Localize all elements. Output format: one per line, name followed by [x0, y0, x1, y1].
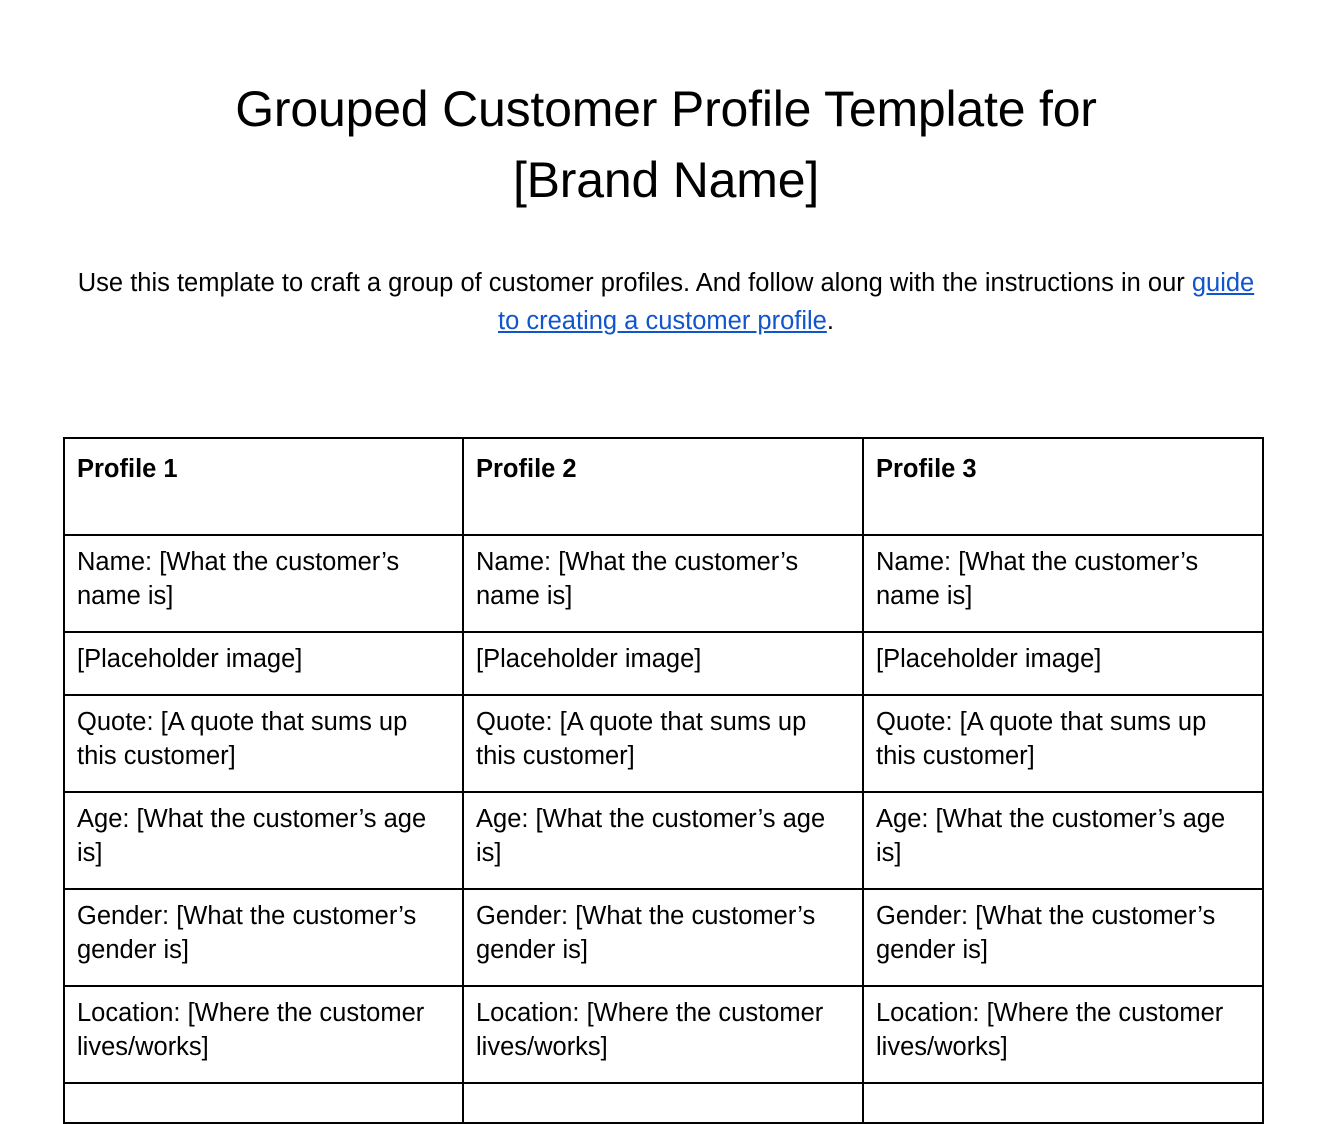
table-cell[interactable]: Location: [Where the customer lives/work…	[63, 985, 464, 1084]
table-row	[63, 1082, 1264, 1124]
table-cell[interactable]: Gender: [What the customer’s gender is]	[462, 888, 864, 987]
table-cell[interactable]: [Placeholder image]	[63, 631, 464, 696]
table-cell[interactable]: Name: [What the customer’s name is]	[862, 534, 1264, 633]
table-row: Quote: [A quote that sums up this custom…	[63, 694, 1264, 793]
profile-table-container: Profile 1 Profile 2 Profile 3 Name: [Wha…	[63, 437, 1264, 1124]
table-cell[interactable]: [Placeholder image]	[462, 631, 864, 696]
page-title-line-1: Grouped Customer Profile Template for	[235, 81, 1097, 137]
intro-text-before: Use this template to craft a group of cu…	[77, 269, 1192, 297]
table-cell[interactable]: Location: [Where the customer lives/work…	[462, 985, 864, 1084]
table-cell[interactable]: Age: [What the customer’s age is]	[462, 791, 864, 890]
table-row: Age: [What the customer’s age is] Age: [W…	[63, 791, 1264, 890]
table-row: [Placeholder image] [Placeholder image] [P…	[63, 631, 1264, 696]
page-title: Grouped Customer Profile Template for [B…	[0, 0, 1332, 216]
intro-paragraph: Use this template to craft a group of cu…	[66, 216, 1266, 341]
table-header-row: Profile 1 Profile 2 Profile 3	[63, 437, 1264, 536]
column-header-profile-1: Profile 1	[63, 437, 464, 536]
table-cell[interactable]: [Placeholder image]	[862, 631, 1264, 696]
column-header-profile-3: Profile 3	[862, 437, 1264, 536]
profile-table: Profile 1 Profile 2 Profile 3 Name: [Wha…	[63, 437, 1264, 1124]
table-cell[interactable]: Age: [What the customer’s age is]	[63, 791, 464, 890]
page-title-line-2: [Brand Name]	[512, 152, 820, 208]
table-row: Gender: [What the customer’s gender is] G…	[63, 888, 1264, 987]
table-cell[interactable]: Quote: [A quote that sums up this custom…	[862, 694, 1264, 793]
table-cell[interactable]: Gender: [What the customer’s gender is]	[862, 888, 1264, 987]
table-body: Name: [What the customer’s name is] Name:…	[63, 534, 1264, 1124]
table-cell[interactable]: Quote: [A quote that sums up this custom…	[462, 694, 864, 793]
column-header-profile-2: Profile 2	[462, 437, 864, 536]
table-cell[interactable]: Location: [Where the customer lives/work…	[862, 985, 1264, 1084]
document-page: Grouped Customer Profile Template for [B…	[0, 0, 1332, 1124]
table-row: Location: [Where the customer lives/work…	[63, 985, 1264, 1084]
table-cell[interactable]: Name: [What the customer’s name is]	[462, 534, 864, 633]
table-row: Name: [What the customer’s name is] Name:…	[63, 534, 1264, 633]
intro-text-after: .	[826, 307, 834, 336]
table-cell[interactable]: Name: [What the customer’s name is]	[63, 534, 464, 633]
table-cell[interactable]	[862, 1082, 1264, 1124]
table-cell[interactable]	[462, 1082, 864, 1124]
table-cell[interactable]	[63, 1082, 464, 1124]
table-cell[interactable]: Gender: [What the customer’s gender is]	[63, 888, 464, 987]
table-cell[interactable]: Age: [What the customer’s age is]	[862, 791, 1264, 890]
table-cell[interactable]: Quote: [A quote that sums up this custom…	[63, 694, 464, 793]
